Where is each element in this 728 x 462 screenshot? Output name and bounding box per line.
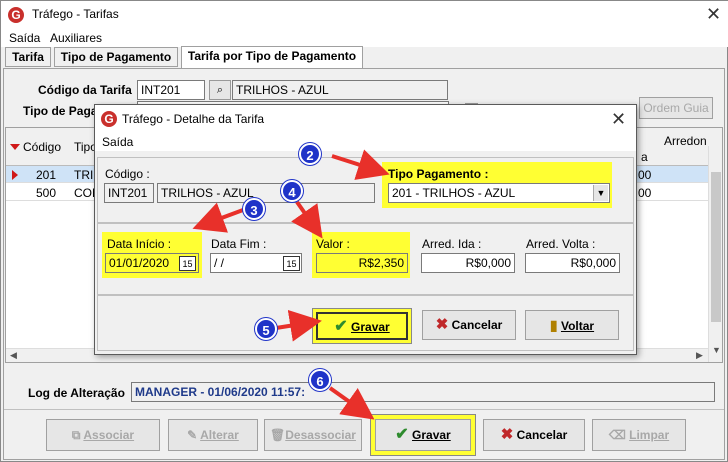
step-badge-4: 4 (281, 180, 303, 202)
step-badge-5: 5 (255, 318, 277, 340)
step-badge-3: 3 (243, 198, 265, 220)
step-badge-2: 2 (299, 143, 321, 165)
annotation-arrows (192, 149, 390, 420)
step-badge-6: 6 (309, 369, 331, 391)
arrow-3 (192, 202, 244, 233)
arrow-5 (275, 309, 322, 342)
arrow-4 (291, 200, 323, 239)
arrow-6 (328, 386, 375, 420)
arrow-2 (331, 149, 390, 180)
